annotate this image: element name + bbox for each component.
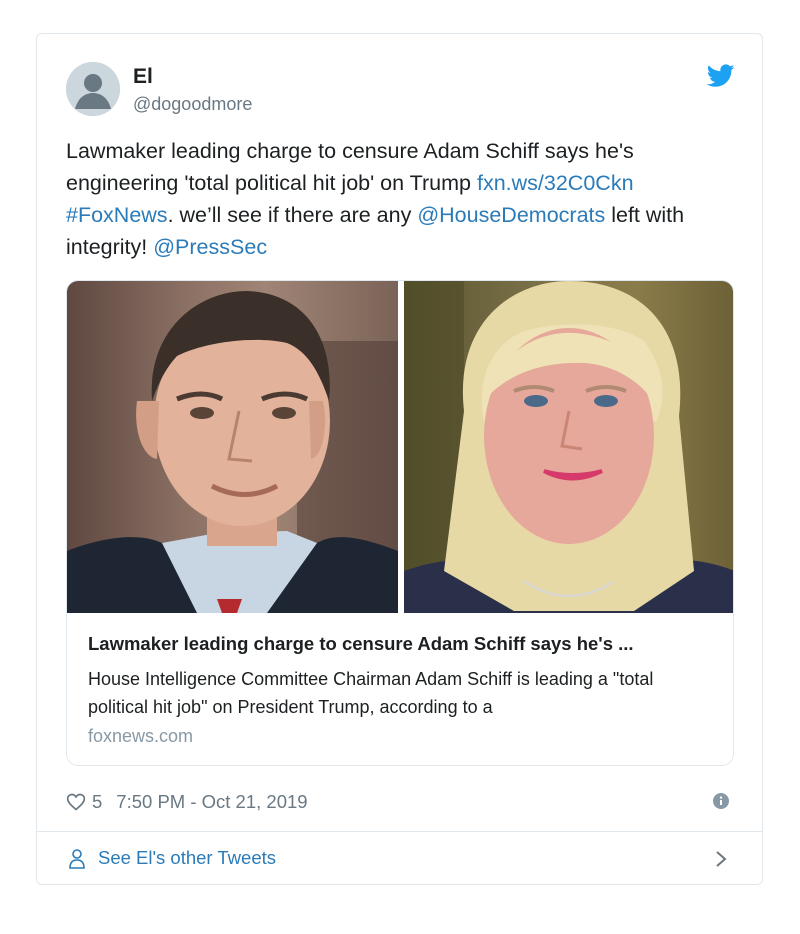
see-other-tweets-label[interactable]: See El's other Tweets [98, 847, 276, 869]
avatar[interactable] [66, 62, 120, 116]
tweet-link[interactable]: fxn.ws/32C0Ckn [477, 171, 634, 195]
link-preview-card[interactable]: Lawmaker leading charge to censure Adam … [66, 280, 734, 766]
man-portrait-image [67, 291, 398, 613]
mention-link[interactable]: @HouseDemocrats [417, 203, 605, 227]
twitter-bird-icon[interactable] [707, 64, 735, 88]
article-photo-left [67, 281, 398, 613]
person-icon [69, 849, 85, 869]
see-other-tweets-link[interactable]: See El's other Tweets [37, 832, 762, 884]
link-card-description: House Intelligence Committee Chairman Ad… [88, 669, 654, 717]
default-avatar-icon [66, 62, 120, 116]
article-photo-right [404, 281, 733, 613]
tweet-meta: 5 7:50 PM - Oct 21, 2019 [66, 789, 308, 815]
embedded-tweet-card: El @dogoodmore Lawmaker leading charge t… [36, 33, 763, 885]
heart-icon[interactable] [66, 792, 86, 812]
link-card-title[interactable]: Lawmaker leading charge to censure Adam … [88, 633, 718, 655]
like-count[interactable]: 5 [92, 791, 102, 813]
chevron-right-icon[interactable] [715, 850, 727, 868]
tweet-text-part: . we’ll see if there are any [167, 203, 418, 227]
hashtag-link[interactable]: #FoxNews [66, 203, 168, 227]
info-icon[interactable] [713, 793, 729, 809]
author-display-name[interactable]: El [133, 65, 153, 89]
mention-link[interactable]: @PressSec [153, 235, 267, 259]
author-handle[interactable]: @dogoodmore [133, 93, 252, 115]
tweet-timestamp[interactable]: 7:50 PM - Oct 21, 2019 [116, 791, 307, 813]
woman-portrait-image [404, 281, 733, 613]
link-card-domain: foxnews.com [88, 726, 194, 746]
tweet-text: Lawmaker leading charge to censure Adam … [66, 135, 726, 263]
